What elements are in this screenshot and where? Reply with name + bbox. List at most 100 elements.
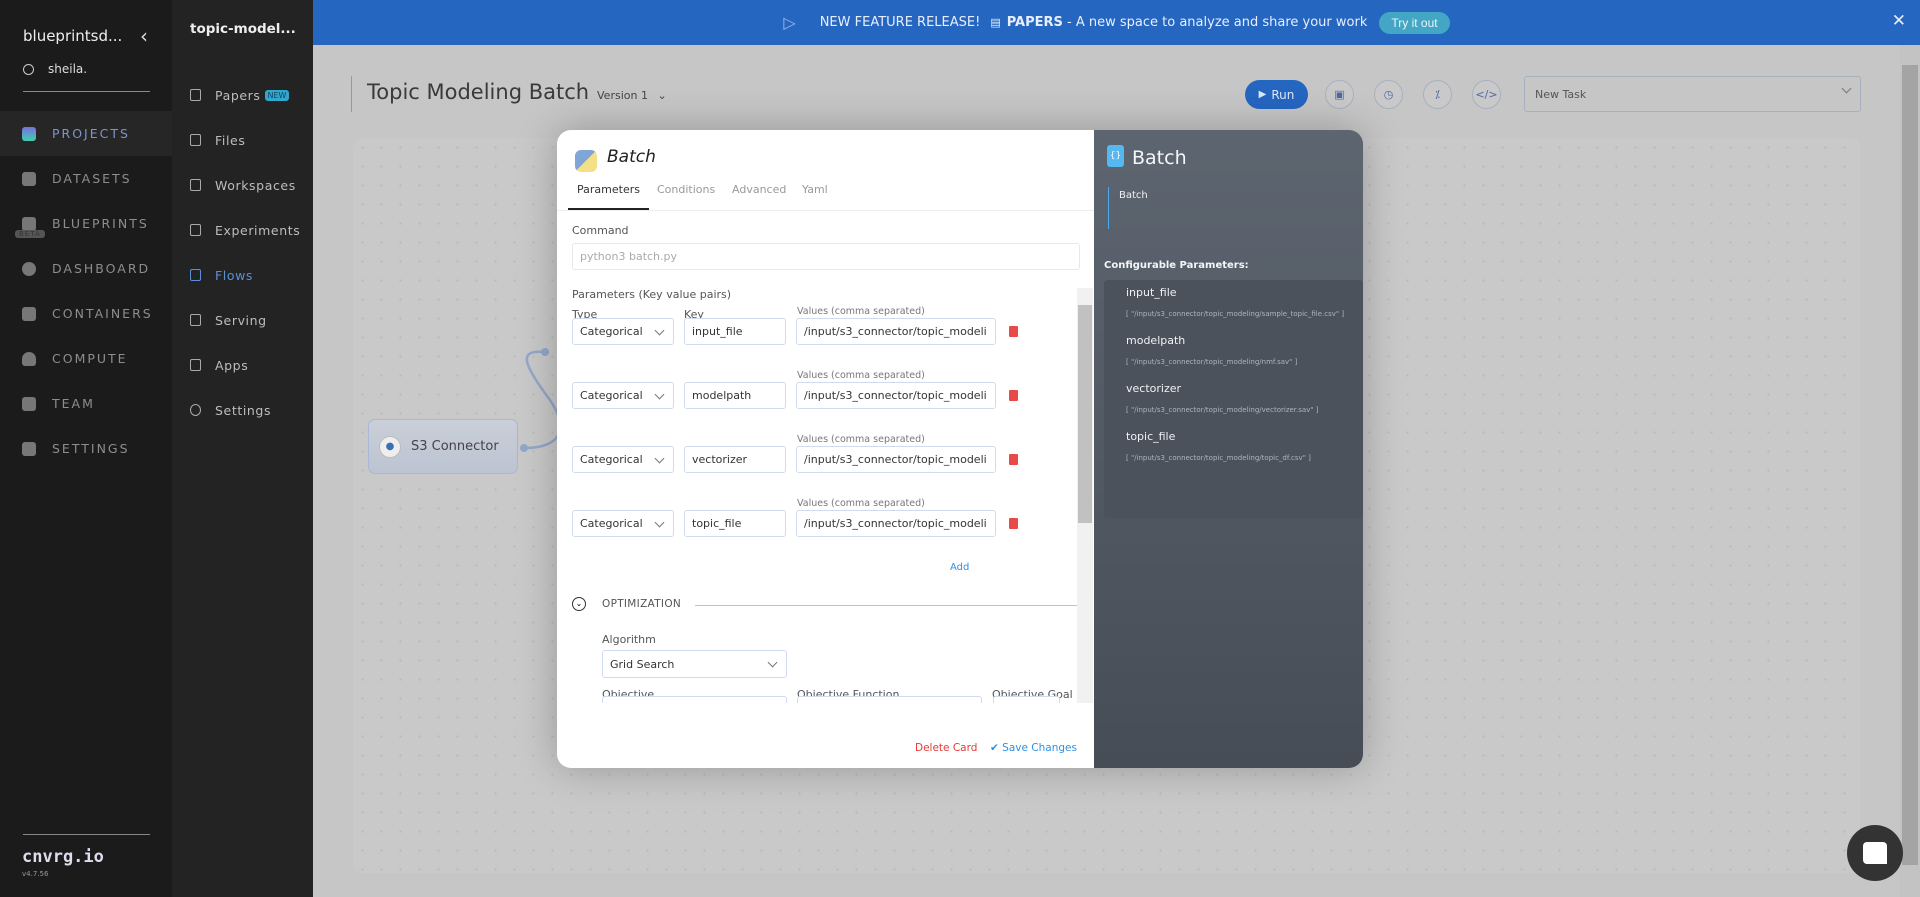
gear-icon bbox=[190, 404, 201, 416]
sidebar-item-blueprints[interactable]: BLUEPRINTS BETA bbox=[0, 201, 172, 246]
nav-serving[interactable]: Serving bbox=[172, 305, 313, 335]
play-icon: ▶ bbox=[1258, 89, 1267, 100]
trash-icon[interactable] bbox=[1009, 326, 1018, 337]
trash-icon[interactable] bbox=[1009, 454, 1018, 465]
nav-settings[interactable]: Settings bbox=[172, 395, 313, 425]
label: Experiments bbox=[215, 222, 301, 238]
config-param-key: input_file bbox=[1126, 286, 1177, 299]
nav-flows[interactable]: Flows bbox=[172, 260, 313, 290]
divider bbox=[23, 91, 150, 92]
containers-icon bbox=[22, 306, 36, 321]
param-type-select[interactable]: Categorical bbox=[572, 446, 674, 473]
label: Workspaces bbox=[215, 177, 296, 193]
node-label: S3 Connector bbox=[411, 439, 499, 454]
page-scrollbar[interactable] bbox=[1900, 45, 1920, 897]
sidebar-item-team[interactable]: TEAM bbox=[0, 381, 172, 426]
collapse-chevron-icon[interactable]: ‹ bbox=[140, 24, 148, 48]
collapse-chevron-icon[interactable]: ⌄ bbox=[572, 597, 586, 611]
dashboard-icon bbox=[22, 261, 36, 276]
sidebar-item-datasets[interactable]: DATASETS bbox=[0, 156, 172, 201]
nav-files[interactable]: Files bbox=[172, 125, 313, 155]
clock-icon[interactable]: ◷ bbox=[1374, 80, 1403, 109]
param-values-input[interactable]: /input/s3_connector/topic_modeli bbox=[796, 510, 996, 537]
config-param-value: [ "/input/s3_connector/topic_modeling/nm… bbox=[1126, 358, 1298, 366]
command-input[interactable]: python3 batch.py bbox=[572, 243, 1080, 270]
sidebar-item-compute[interactable]: COMPUTE bbox=[0, 336, 172, 381]
magic-icon[interactable]: ⁒ bbox=[1423, 80, 1452, 109]
new-badge: NEW bbox=[264, 89, 290, 101]
param-type-select[interactable]: Categorical bbox=[572, 318, 674, 345]
save-changes-button[interactable]: ✔ Save Changes bbox=[990, 742, 1077, 754]
objective-function-input[interactable] bbox=[797, 696, 982, 703]
project-sidebar: topic-model... Papers NEW Files Workspace… bbox=[172, 0, 313, 897]
trash-icon[interactable] bbox=[1009, 518, 1018, 529]
brand-logo: cnvrg.io bbox=[22, 847, 104, 867]
add-param-button[interactable]: Add bbox=[950, 562, 969, 573]
try-it-out-button[interactable]: Try it out bbox=[1379, 11, 1450, 34]
nav-apps[interactable]: Apps bbox=[172, 350, 313, 380]
param-type-select[interactable]: Categorical bbox=[572, 510, 674, 537]
scrollbar-thumb[interactable] bbox=[1902, 65, 1918, 865]
nav-experiments[interactable]: Experiments bbox=[172, 215, 313, 245]
config-param-key: vectorizer bbox=[1126, 382, 1182, 395]
user-name[interactable]: sheila. bbox=[48, 62, 87, 76]
banner-lead: NEW FEATURE RELEASE! bbox=[819, 15, 981, 30]
nav-papers[interactable]: Papers NEW bbox=[172, 80, 313, 110]
algorithm-value: Grid Search bbox=[610, 657, 675, 671]
delete-card-button[interactable]: Delete Card bbox=[915, 742, 977, 754]
sidebar-item-dashboard[interactable]: DASHBOARD bbox=[0, 246, 172, 291]
run-button[interactable]: ▶ Run bbox=[1245, 80, 1308, 109]
task-select[interactable]: New Task bbox=[1524, 76, 1861, 112]
flask-icon bbox=[190, 224, 201, 236]
label: COMPUTE bbox=[52, 351, 128, 366]
tab-parameters[interactable]: Parameters bbox=[577, 183, 640, 196]
param-values-input[interactable]: /input/s3_connector/topic_modeli bbox=[796, 382, 996, 409]
algorithm-select[interactable]: Grid Search bbox=[602, 650, 787, 678]
play-icon: ▷ bbox=[783, 13, 796, 32]
trash-icon[interactable] bbox=[1009, 390, 1018, 401]
param-values-input[interactable]: /input/s3_connector/topic_modeli bbox=[796, 446, 996, 473]
label: CONTAINERS bbox=[52, 306, 153, 321]
sidebar-item-containers[interactable]: CONTAINERS bbox=[0, 291, 172, 336]
papers-icon bbox=[190, 89, 201, 101]
param-key-input[interactable]: topic_file bbox=[684, 510, 786, 537]
form-scrollbar[interactable] bbox=[1077, 288, 1093, 703]
tab-yaml[interactable]: Yaml bbox=[802, 183, 828, 196]
org-name[interactable]: blueprintsd... bbox=[23, 27, 122, 45]
parameters-scroll-area: Parameters (Key value pairs) Type Key Va… bbox=[557, 288, 1094, 703]
config-params-box: input_file [ "/input/s3_connector/topic_… bbox=[1104, 280, 1363, 518]
project-title[interactable]: topic-model... bbox=[190, 21, 296, 37]
save-icon[interactable]: ▣ bbox=[1325, 80, 1354, 109]
objective-input[interactable] bbox=[602, 696, 787, 703]
objective-goal-input[interactable] bbox=[993, 696, 1060, 703]
chat-launcher[interactable] bbox=[1847, 825, 1903, 881]
nav-workspaces[interactable]: Workspaces bbox=[172, 170, 313, 200]
label: Papers bbox=[215, 87, 261, 103]
tab-conditions[interactable]: Conditions bbox=[657, 183, 715, 196]
close-icon[interactable]: ✕ bbox=[1892, 11, 1906, 31]
param-key-input[interactable]: vectorizer bbox=[684, 446, 786, 473]
sidebar-item-settings[interactable]: SETTINGS bbox=[0, 426, 172, 471]
tab-advanced[interactable]: Advanced bbox=[732, 183, 786, 196]
code-file-icon: {} bbox=[1107, 145, 1124, 167]
param-type-select[interactable]: Categorical bbox=[572, 382, 674, 409]
config-params-label: Configurable Parameters: bbox=[1104, 260, 1249, 271]
label: BLUEPRINTS bbox=[52, 216, 149, 231]
version-select[interactable]: Version 1 ⌄ bbox=[597, 89, 667, 102]
sidebar-item-projects[interactable]: PROJECTS bbox=[0, 111, 172, 156]
chevron-down-icon: ⌄ bbox=[657, 89, 667, 102]
label: Files bbox=[215, 132, 246, 148]
label: SETTINGS bbox=[52, 441, 130, 456]
apps-icon bbox=[190, 359, 201, 371]
param-key-input[interactable]: input_file bbox=[684, 318, 786, 345]
code-icon[interactable]: </> bbox=[1472, 80, 1501, 109]
gears-icon bbox=[22, 441, 36, 456]
s3-connector-node[interactable]: ● S3 Connector bbox=[368, 419, 518, 474]
task-edit-modal: Batch Parameters Conditions Advanced Yam… bbox=[557, 130, 1363, 768]
param-key-input[interactable]: modelpath bbox=[684, 382, 786, 409]
page-title: Topic Modeling Batch bbox=[367, 80, 590, 104]
scrollbar-thumb[interactable] bbox=[1078, 305, 1092, 523]
param-values-input[interactable]: /input/s3_connector/topic_modeli bbox=[796, 318, 996, 345]
python-icon: ● bbox=[379, 435, 401, 458]
papers-icon: ▤ bbox=[990, 16, 1001, 29]
